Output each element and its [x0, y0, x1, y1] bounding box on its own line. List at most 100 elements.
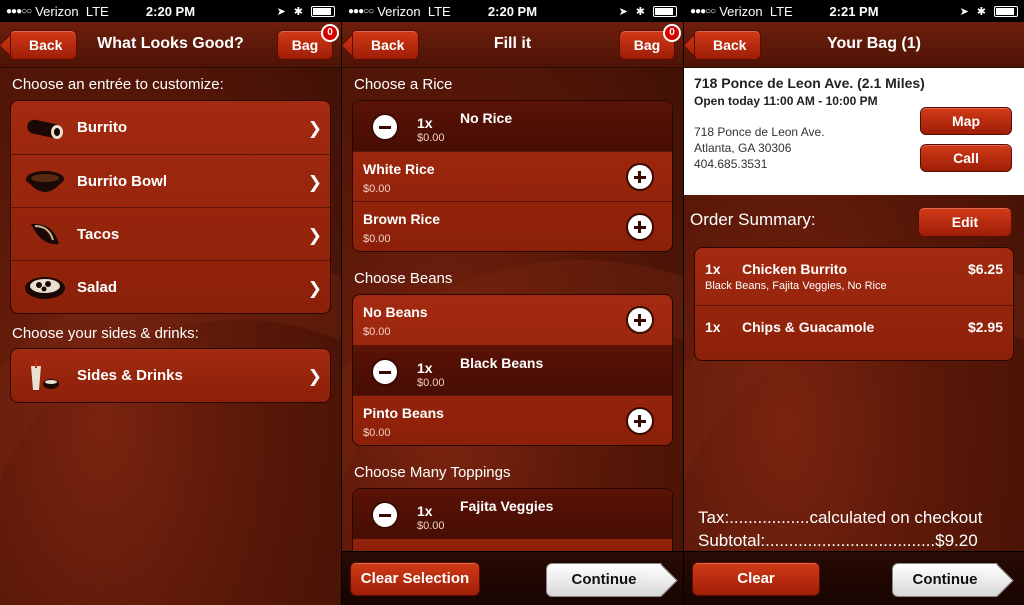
clear-button[interactable]: Clear	[692, 562, 820, 596]
clear-selection-button[interactable]: Clear Selection	[350, 562, 480, 596]
bag-count-badge: 0	[663, 24, 681, 42]
option-pinto-beans[interactable]: Pinto Beans $0.00	[353, 395, 672, 445]
chevron-right-icon: ❯	[307, 226, 322, 245]
option-no-beans[interactable]: No Beans $0.00	[353, 295, 672, 345]
option-fajita-veggies: 1x $0.00 Fajita Veggies	[353, 489, 672, 539]
nav-bar: Back What Looks Good? Bag 0	[0, 22, 341, 68]
store-hours: Open today 11:00 AM - 10:00 PM	[694, 94, 878, 108]
sides-list: Sides & Drinks ❯	[10, 348, 331, 403]
subtotal-line: Subtotal:...............................…	[698, 531, 978, 550]
clock: 2:21 PM	[829, 3, 879, 19]
bag-button[interactable]: Bag 0	[277, 24, 339, 60]
option-qty: 1x	[417, 360, 433, 376]
entree-label: Salad	[77, 278, 118, 296]
store-address-line2: Atlanta, GA 30306	[694, 141, 792, 155]
entree-label: Tacos	[77, 225, 120, 243]
burrito-icon	[27, 119, 63, 139]
plus-button[interactable]	[626, 213, 654, 241]
entree-list: Burrito ❯ Burrito Bowl ❯ Tacos ❯ Salad ❯	[10, 100, 331, 314]
rice-section-label: Choose a Rice	[354, 76, 453, 93]
battery-icon	[994, 5, 1018, 17]
sides-drinks-item[interactable]: Sides & Drinks ❯	[11, 349, 330, 402]
minus-button[interactable]	[371, 501, 399, 529]
sides-section-label: Choose your sides & drinks:	[12, 325, 199, 342]
entree-label: Burrito Bowl	[77, 172, 167, 190]
item-name: Chips & Guacamole	[742, 319, 875, 335]
order-item[interactable]: 1x Chips & Guacamole $2.95	[695, 305, 1013, 360]
nav-bar: Back Your Bag (1)	[684, 22, 1024, 68]
store-info-panel: 718 Ponce de Leon Ave. (2.1 Miles) Open …	[684, 68, 1024, 195]
tax-line: Tax:.................calculated on check…	[698, 508, 983, 527]
option-price: $0.00	[417, 520, 445, 532]
beans-section-label: Choose Beans	[354, 270, 453, 287]
bag-label: Bag	[633, 37, 661, 53]
bag-count-badge: 0	[321, 24, 339, 42]
option-price: $0.00	[363, 427, 391, 439]
entree-item-burrito-bowl[interactable]: Burrito Bowl ❯	[11, 154, 330, 207]
option-price: $0.00	[363, 183, 391, 195]
option-name: White Rice	[363, 161, 435, 177]
toppings-section-label: Choose Many Toppings	[354, 464, 511, 481]
status-bar: ●●●○○ Verizon LTE 2:21 PM ➤ ✱	[684, 0, 1024, 22]
option-name: Fajita Veggies	[460, 498, 554, 514]
chevron-right-icon: ❯	[307, 173, 322, 192]
plus-button[interactable]	[626, 407, 654, 435]
option-price: $0.00	[363, 233, 391, 245]
option-price: $0.00	[363, 326, 391, 338]
option-name: Brown Rice	[363, 211, 441, 227]
plus-button[interactable]	[626, 163, 654, 191]
minus-button[interactable]	[371, 113, 399, 141]
call-button[interactable]: Call	[920, 144, 1012, 172]
battery-icon	[653, 5, 677, 17]
item-name: Chicken Burrito	[742, 261, 848, 277]
bottom-bar: Clear Continue	[684, 551, 1024, 605]
bowl-icon	[26, 171, 64, 192]
map-button[interactable]: Map	[920, 107, 1012, 135]
continue-button[interactable]: Continue	[546, 563, 662, 597]
battery-icon	[311, 5, 335, 17]
screen-menu: ●●●○○ Verizon LTE 2:20 PM ➤ ✱ Back What …	[0, 0, 341, 605]
clock: 2:20 PM	[145, 3, 196, 19]
option-name: No Rice	[460, 110, 513, 126]
beans-options: No Beans $0.00 1x $0.00 Black Beans Pint…	[352, 294, 673, 446]
item-qty: 1x	[705, 261, 721, 277]
option-white-rice[interactable]: White Rice $0.00	[353, 151, 672, 201]
page-title: Your Bag (1)	[827, 35, 921, 52]
option-no-rice: 1x $0.00 No Rice	[353, 101, 672, 151]
option-price: $0.00	[417, 132, 445, 144]
chevron-right-icon: ❯	[307, 367, 322, 386]
salad-icon	[25, 277, 65, 299]
screen-fill-it: ●●●○○ Verizon LTE 2:20 PM ➤ ✱ Back Fill …	[342, 0, 683, 605]
edit-button[interactable]: Edit	[918, 207, 1012, 237]
order-summary-list: 1x Chicken Burrito $6.25 Black Beans, Fa…	[694, 247, 1014, 361]
taco-icon	[31, 223, 59, 245]
item-price: $2.95	[967, 319, 1003, 335]
store-phone: 404.685.3531	[694, 157, 768, 171]
entree-item-salad[interactable]: Salad ❯	[11, 260, 330, 313]
screen-your-bag: ●●●○○ Verizon LTE 2:21 PM ➤ ✱ Back Your …	[684, 0, 1024, 605]
option-price: $0.00	[417, 377, 445, 389]
chevron-right-icon: ❯	[307, 279, 322, 298]
rice-options: 1x $0.00 No Rice White Rice $0.00 Brown …	[352, 100, 673, 252]
toppings-options: 1x $0.00 Fajita Veggies	[352, 488, 673, 558]
sides-label: Sides & Drinks	[77, 367, 183, 384]
bag-label: Bag	[291, 37, 319, 53]
item-qty: 1x	[705, 319, 721, 335]
entree-item-burrito[interactable]: Burrito ❯	[11, 101, 330, 154]
minus-button[interactable]	[371, 358, 399, 386]
plus-button[interactable]	[626, 306, 654, 334]
option-name: Pinto Beans	[363, 405, 444, 421]
option-name: Black Beans	[460, 355, 544, 371]
continue-button[interactable]: Continue	[892, 563, 998, 597]
order-summary-label: Order Summary:	[690, 210, 816, 229]
store-name: 718 Ponce de Leon Ave. (2.1 Miles)	[694, 75, 925, 91]
entree-section-label: Choose an entrée to customize:	[12, 76, 224, 93]
bag-button[interactable]: Bag 0	[619, 24, 681, 60]
status-bar: ●●●○○ Verizon LTE 2:20 PM ➤ ✱	[342, 0, 683, 22]
entree-item-tacos[interactable]: Tacos ❯	[11, 207, 330, 260]
option-brown-rice[interactable]: Brown Rice $0.00	[353, 201, 672, 251]
order-item[interactable]: 1x Chicken Burrito $6.25 Black Beans, Fa…	[695, 248, 1013, 305]
item-details: Black Beans, Fajita Veggies, No Rice	[705, 280, 887, 292]
chevron-right-icon: ❯	[307, 119, 322, 138]
item-price: $6.25	[967, 261, 1003, 277]
